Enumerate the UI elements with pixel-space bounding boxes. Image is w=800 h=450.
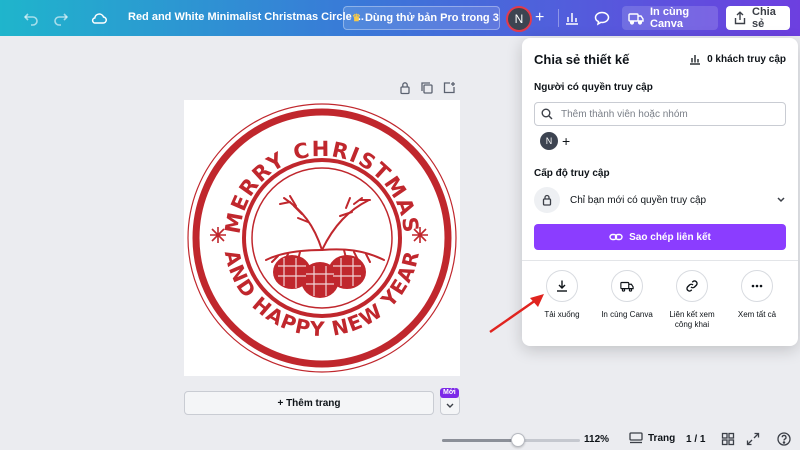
lock-icon	[534, 187, 560, 213]
top-bar: Red and White Minimalist Christmas Circl…	[0, 0, 800, 36]
page-count: 1 / 1	[686, 434, 706, 445]
add-page-options-button[interactable]	[440, 395, 460, 415]
truck-icon[interactable]	[611, 270, 643, 302]
copy-link-label: Sao chép liên kết	[629, 231, 711, 243]
access-people-label: Người có quyền truy cập	[534, 82, 653, 93]
add-page-button[interactable]: + Thêm trang	[184, 391, 434, 415]
zoom-level[interactable]: 112%	[584, 434, 609, 445]
member-search-input[interactable]	[561, 108, 771, 120]
zoom-slider-handle[interactable]	[510, 433, 525, 447]
pages-label: Trang	[648, 432, 676, 444]
lock-icon[interactable]	[398, 81, 412, 95]
truck-icon	[628, 11, 644, 25]
more-icon[interactable]	[741, 270, 773, 302]
christmas-stamp: MERRY CHRISTMAS AND HAPPY NEW YEAR	[187, 103, 457, 373]
download-label: Tải xuống	[544, 310, 580, 319]
document-title[interactable]: Red and White Minimalist Christmas Circl…	[128, 11, 364, 23]
access-level-select[interactable]: Chỉ bạn mới có quyền truy cập	[534, 186, 786, 214]
bottom-bar: 112% Trang 1 / 1	[430, 428, 800, 450]
comment-icon[interactable]	[593, 9, 611, 27]
print-with-canva-action[interactable]: In cùng Canva	[595, 270, 659, 320]
help-icon[interactable]	[777, 432, 791, 446]
pages-icon	[629, 432, 643, 444]
access-level-label: Cấp độ truy cập	[534, 168, 610, 179]
see-all-label: Xem tất cả	[737, 310, 777, 319]
pine-branch-illustration	[265, 195, 385, 263]
public-view-link-label: Liên kết xem công khai	[669, 310, 715, 329]
arrow-annotation	[489, 294, 544, 333]
chart-icon	[690, 55, 701, 65]
member-list: N +	[540, 132, 570, 150]
share-panel: Chia sẻ thiết kế 0 khách truy cập Người …	[522, 38, 798, 346]
fullscreen-icon[interactable]	[746, 432, 760, 446]
share-panel-title: Chia sẻ thiết kế	[534, 52, 630, 67]
divider	[522, 260, 798, 261]
link-icon[interactable]	[676, 270, 708, 302]
member-search-field[interactable]	[534, 102, 786, 126]
chart-icon[interactable]	[563, 9, 581, 27]
new-badge: Mới	[440, 388, 459, 398]
pages-button[interactable]: Trang	[629, 432, 675, 444]
plus-icon[interactable]: +	[535, 9, 544, 27]
search-icon	[541, 108, 553, 120]
redo-icon[interactable]	[52, 9, 70, 27]
try-pro-button[interactable]: ♛ Dùng thử bản Pro trong 3...	[343, 6, 500, 30]
print-with-canva-button[interactable]: In cùng Canva	[622, 6, 718, 30]
try-pro-label: Dùng thử bản Pro trong 3...	[364, 12, 500, 24]
svg-text:MERRY CHRISTMAS: MERRY CHRISTMAS	[221, 137, 424, 235]
print-with-canva-label: In cùng Canva	[650, 6, 690, 30]
chevron-down-icon	[777, 197, 785, 203]
download-icon[interactable]	[546, 270, 578, 302]
print-with-canva-action-label: In cùng Canva	[601, 310, 653, 319]
design-page[interactable]: MERRY CHRISTMAS AND HAPPY NEW YEAR	[184, 100, 460, 376]
share-icon	[733, 11, 747, 25]
visitor-count: 0 khách truy cập	[707, 53, 786, 65]
chevron-down-icon	[446, 403, 454, 408]
visitor-count-button[interactable]: 0 khách truy cập	[689, 53, 786, 65]
stamp-top-text: MERRY CHRISTMAS	[221, 137, 422, 235]
copy-link-button[interactable]: Sao chép liên kết	[534, 224, 786, 250]
add-member-icon[interactable]: +	[562, 133, 570, 149]
cloud-icon[interactable]	[90, 9, 108, 27]
link-icon	[609, 233, 623, 241]
user-avatar[interactable]: N	[506, 6, 532, 32]
see-all-action[interactable]: Xem tất cả	[725, 270, 789, 320]
member-avatar[interactable]: N	[540, 132, 558, 150]
page-toolbar	[398, 81, 456, 95]
share-button[interactable]: Chia sẻ	[726, 6, 790, 30]
access-level-value: Chỉ bạn mới có quyền truy cập	[570, 194, 707, 206]
add-page-icon[interactable]	[442, 81, 456, 95]
zoom-slider-fill	[442, 439, 518, 442]
duplicate-page-icon[interactable]	[420, 81, 434, 95]
undo-icon[interactable]	[22, 9, 40, 27]
grid-view-icon[interactable]	[721, 432, 735, 446]
public-view-link-action[interactable]: Liên kết xem công khai	[660, 270, 724, 330]
crown-icon: ♛	[352, 12, 361, 24]
divider	[558, 9, 559, 27]
share-label: Chia sẻ	[752, 6, 776, 30]
